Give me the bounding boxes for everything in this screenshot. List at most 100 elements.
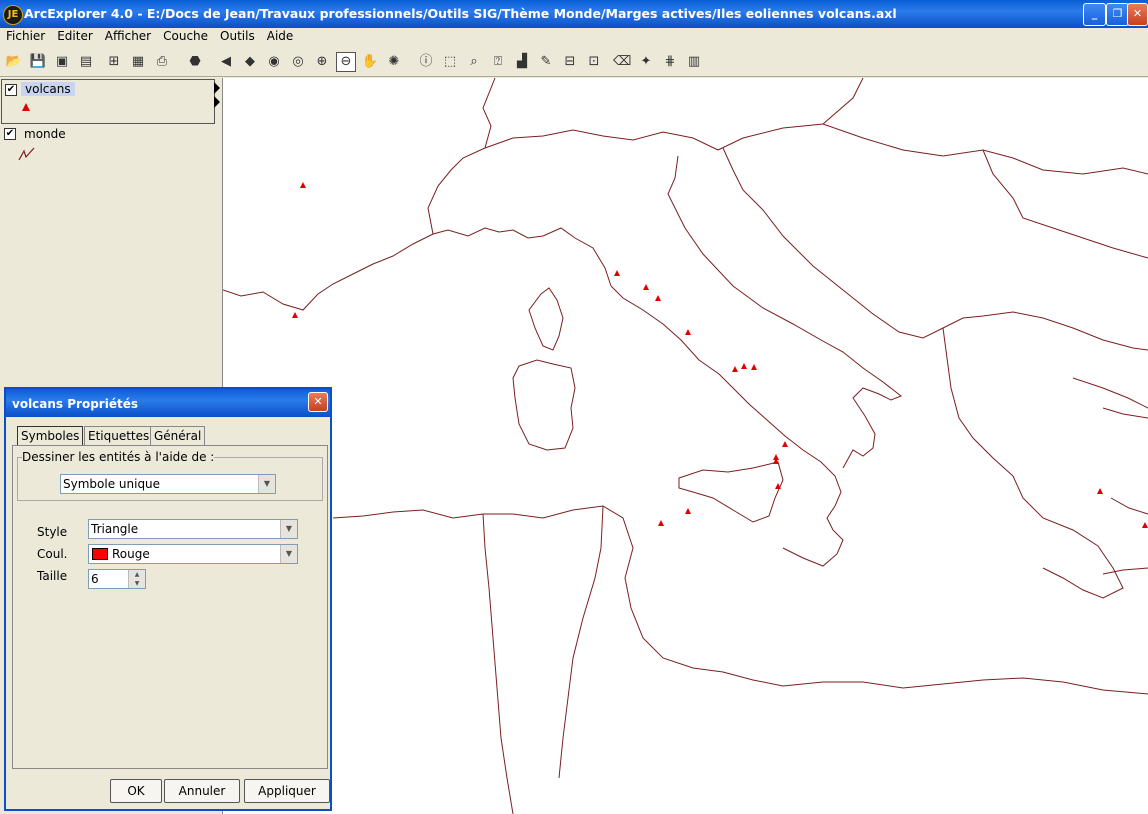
app-icon[interactable]: JE (3, 5, 23, 25)
tab-panel: Dessiner les entités à l'aide de : Symbo… (12, 445, 328, 769)
stepper-arrows-icon[interactable]: ▲ ▼ (128, 570, 145, 588)
volcano-point (655, 295, 661, 301)
volcano-point (741, 363, 747, 369)
volcano-point (782, 441, 788, 447)
border-algeria (482, 513, 514, 814)
zoom-out-icon[interactable]: ⊖ (336, 52, 356, 72)
tab-general[interactable]: Général (150, 426, 206, 445)
color-select[interactable]: Rouge ▼ (88, 544, 298, 564)
maximize-button[interactable]: ❐ (1106, 3, 1129, 26)
ok-button[interactable]: OK (110, 779, 162, 803)
layer-monde[interactable]: ✔ monde (1, 125, 213, 165)
select-icon[interactable]: ⬚ (441, 53, 459, 71)
map-canvas[interactable] (223, 78, 1148, 814)
volcano-point (685, 508, 691, 514)
menu-editer[interactable]: Editer (51, 28, 99, 44)
globe-icon[interactable]: ✺ (385, 53, 403, 71)
size-stepper[interactable]: 6 ▲ ▼ (88, 569, 146, 589)
layer-image-icon[interactable]: ▦ (129, 53, 147, 71)
save-all-icon[interactable]: ▣ (53, 53, 71, 71)
zoom-in-icon[interactable]: ⊕ (313, 53, 331, 71)
coastline-italy-east (667, 155, 902, 469)
coastline-sicily (678, 461, 784, 523)
buffer-icon[interactable]: ✦ (637, 53, 655, 71)
chevron-down-icon[interactable]: ▼ (280, 545, 297, 563)
eraser-icon[interactable]: ⌫ (613, 53, 631, 71)
menu-fichier[interactable]: Fichier (0, 28, 51, 44)
dialog-title: volcans Propriétés (12, 397, 138, 411)
full-extent-icon[interactable]: ◉ (265, 53, 283, 71)
volcano-point (292, 312, 298, 318)
add-layer-icon[interactable]: ⊞ (105, 53, 123, 71)
tab-symboles[interactable]: Symboles (17, 426, 84, 446)
render-mode-select[interactable]: Symbole unique ▼ (60, 474, 276, 494)
layer-volcans-name[interactable]: volcans (21, 82, 75, 96)
find-icon[interactable]: ⌕ (465, 53, 483, 71)
grid-icon[interactable]: ⋕ (661, 53, 679, 71)
layer-properties-dialog: volcans Propriétés ✕ Symboles Etiquettes… (4, 387, 332, 811)
zoom-layer-icon[interactable]: ◎ (289, 53, 307, 71)
chevron-down-icon[interactable]: ▼ (258, 475, 275, 493)
menu-afficher[interactable]: Afficher (99, 28, 157, 44)
coastline-africa (332, 505, 1148, 695)
print-icon[interactable]: ⎙ (153, 53, 171, 71)
forward-extent-icon[interactable]: ◆ (241, 53, 259, 71)
style-select[interactable]: Triangle ▼ (88, 519, 298, 539)
attribute-table-icon[interactable]: ▥ (685, 53, 703, 71)
border-austria (717, 78, 864, 151)
volcano-point (732, 366, 738, 372)
pan-icon[interactable]: ✋ (361, 53, 379, 71)
layer-volcans-checkbox[interactable]: ✔ (5, 84, 17, 96)
size-value: 6 (91, 572, 99, 586)
size-label: Taille (37, 569, 68, 583)
minimize-button[interactable]: _ (1083, 3, 1106, 26)
apply-button[interactable]: Appliquer (244, 779, 330, 803)
menu-outils[interactable]: Outils (214, 28, 261, 44)
crete (1102, 567, 1148, 575)
query-icon[interactable]: ⍰ (489, 53, 507, 71)
label-icon[interactable]: ✎ (537, 53, 555, 71)
measure-icon[interactable]: ▟ (513, 53, 531, 71)
greece-east (1072, 377, 1148, 409)
line-symbol-icon (18, 147, 35, 161)
color-value: Rouge (112, 547, 150, 561)
stop-icon[interactable]: ⬣ (186, 53, 204, 71)
style-label: Style (37, 525, 68, 539)
layer-volcans[interactable]: ✔ volcans (1, 79, 215, 124)
layer-monde-checkbox[interactable]: ✔ (4, 128, 16, 140)
menu-bar: Fichier Editer Afficher Couche Outils Aide (0, 28, 1148, 46)
render-group-label: Dessiner les entités à l'aide de : (22, 450, 215, 464)
coastline-corsica (528, 287, 564, 351)
dialog-close-button[interactable]: ✕ (308, 392, 328, 412)
cancel-button[interactable]: Annuler (164, 779, 240, 803)
title-bar: JE ArcExplorer 4.0 - E:/Docs de Jean/Tra… (0, 0, 1148, 28)
coastline-croatia (722, 147, 1148, 351)
map-view[interactable] (223, 78, 1148, 814)
color-label: Coul. (37, 547, 68, 561)
volcano-point (614, 270, 620, 276)
info-icon[interactable]: ⓘ (417, 53, 435, 71)
toc-arrow-icon (214, 80, 220, 120)
menu-aide[interactable]: Aide (261, 28, 300, 44)
style-value: Triangle (91, 522, 139, 536)
volcano-point (1097, 488, 1103, 494)
properties-icon[interactable]: ⊡ (585, 53, 603, 71)
render-mode-value: Symbole unique (63, 477, 161, 491)
render-group: Dessiner les entités à l'aide de : Symbo… (17, 450, 323, 501)
save-icon[interactable]: 💾 (29, 53, 47, 71)
coastline-turkey (1102, 407, 1148, 419)
coastline-italy-west (610, 285, 844, 567)
volcano-point (300, 182, 306, 188)
border-alps (427, 78, 496, 235)
open-icon[interactable]: 📂 (5, 53, 23, 71)
close-button[interactable]: ✕ (1127, 3, 1148, 26)
export-icon[interactable]: ▤ (77, 53, 95, 71)
volcano-point (658, 520, 664, 526)
menu-couche[interactable]: Couche (157, 28, 214, 44)
tab-etiquettes[interactable]: Etiquettes (84, 426, 154, 445)
back-extent-icon[interactable]: ◀ (217, 53, 235, 71)
layer-monde-name[interactable]: monde (24, 127, 66, 141)
coastline-albania (942, 327, 1014, 477)
chevron-down-icon[interactable]: ▼ (280, 520, 297, 538)
table-icon[interactable]: ⊟ (561, 53, 579, 71)
